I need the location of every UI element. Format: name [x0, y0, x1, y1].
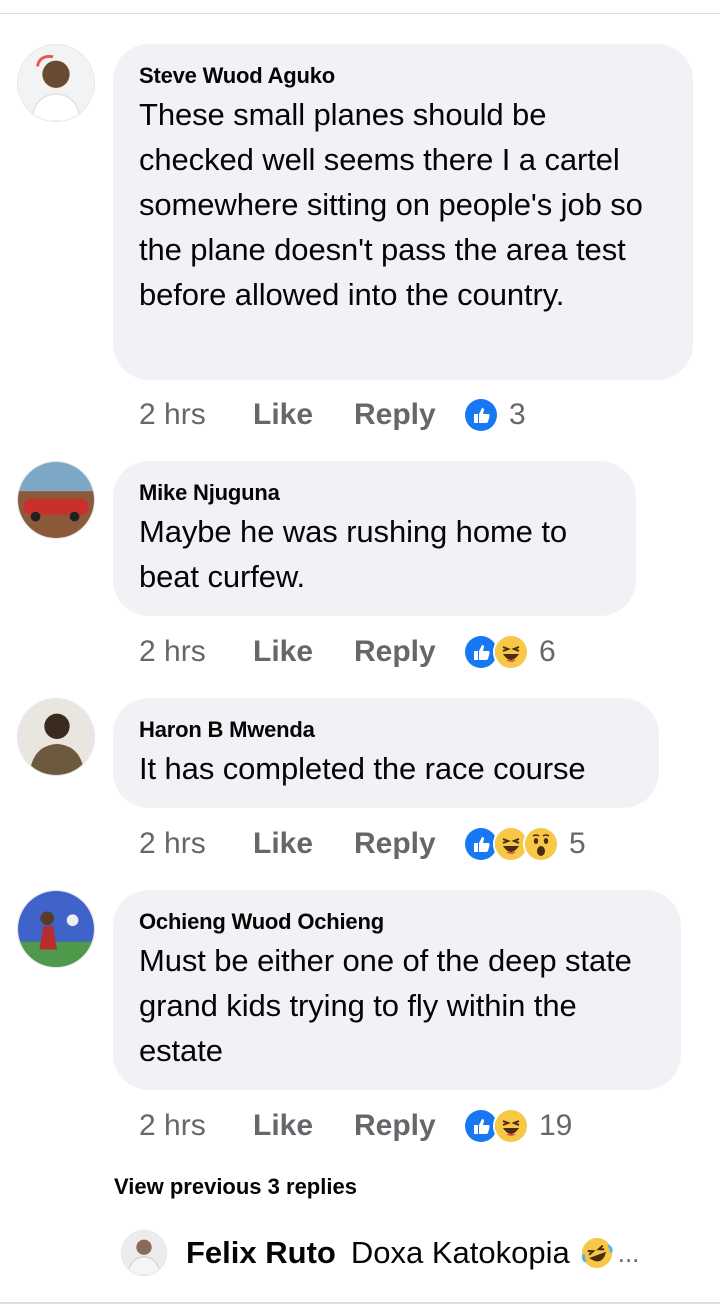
avatar[interactable] — [17, 461, 95, 539]
like-button[interactable]: Like — [253, 398, 354, 432]
comment-author[interactable]: Steve Wuod Aguko — [139, 62, 665, 90]
reactions-summary[interactable] — [463, 634, 529, 670]
haha-icon — [493, 634, 529, 670]
comment-bubble: Ochieng Wuod Ochieng Must be either one … — [113, 890, 681, 1090]
avatar[interactable] — [17, 890, 95, 968]
reply-ellipsis: ... — [617, 1237, 640, 1268]
comment-text: Maybe he was rushing home to beat curfew… — [139, 514, 567, 594]
wow-icon — [523, 826, 559, 862]
comment-bubble: Mike Njuguna Maybe he was rushing home t… — [113, 461, 636, 616]
rolling-laughing-icon — [580, 1236, 614, 1270]
like-button[interactable]: Like — [253, 1109, 354, 1143]
view-previous-replies-link[interactable]: View previous 3 replies — [114, 1174, 357, 1200]
reply-author[interactable]: Felix Ruto — [186, 1235, 336, 1271]
reactions-summary[interactable] — [463, 826, 559, 862]
comment-time[interactable]: 2 hrs — [139, 635, 253, 669]
reply-preview[interactable]: Felix Ruto Doxa Katokopia ... — [121, 1230, 639, 1276]
reaction-count[interactable]: 19 — [539, 1109, 572, 1143]
reaction-count[interactable]: 5 — [569, 827, 586, 861]
comment-text: These small planes should be checked wel… — [139, 97, 643, 312]
comment-time[interactable]: 2 hrs — [139, 1109, 253, 1143]
reactions-summary[interactable] — [463, 1108, 529, 1144]
comment-author[interactable]: Mike Njuguna — [139, 479, 608, 507]
comment-text: Must be either one of the deep state gra… — [139, 943, 632, 1068]
haha-icon — [493, 1108, 529, 1144]
comment-time[interactable]: 2 hrs — [139, 398, 253, 432]
comment-author[interactable]: Ochieng Wuod Ochieng — [139, 908, 653, 936]
top-divider — [0, 13, 720, 14]
reactions-summary[interactable] — [463, 397, 499, 433]
like-button[interactable]: Like — [253, 827, 354, 861]
avatar[interactable] — [17, 698, 95, 776]
like-icon — [463, 397, 499, 433]
comment-text: It has completed the race course — [139, 751, 586, 786]
comment-actions: 2 hrs Like Reply 3 — [139, 393, 526, 437]
comment-bubble: Steve Wuod Aguko These small planes shou… — [113, 44, 693, 380]
avatar[interactable] — [121, 1230, 167, 1276]
reaction-count[interactable]: 6 — [539, 635, 556, 669]
reply-button[interactable]: Reply — [354, 635, 463, 669]
comment-author[interactable]: Haron B Mwenda — [139, 716, 631, 744]
comment-actions: 2 hrs Like Reply 19 — [139, 1104, 572, 1148]
comment-bubble: Haron B Mwenda It has completed the race… — [113, 698, 659, 808]
reply-text: Doxa Katokopia — [350, 1235, 570, 1270]
bottom-divider — [0, 1302, 720, 1304]
comment-actions: 2 hrs Like Reply 5 — [139, 822, 586, 866]
comment-actions: 2 hrs Like Reply 6 — [139, 630, 556, 674]
reply-button[interactable]: Reply — [354, 1109, 463, 1143]
reply-button[interactable]: Reply — [354, 398, 463, 432]
comment-time[interactable]: 2 hrs — [139, 827, 253, 861]
reaction-count[interactable]: 3 — [509, 398, 526, 432]
reply-button[interactable]: Reply — [354, 827, 463, 861]
like-button[interactable]: Like — [253, 635, 354, 669]
avatar[interactable] — [17, 44, 95, 122]
